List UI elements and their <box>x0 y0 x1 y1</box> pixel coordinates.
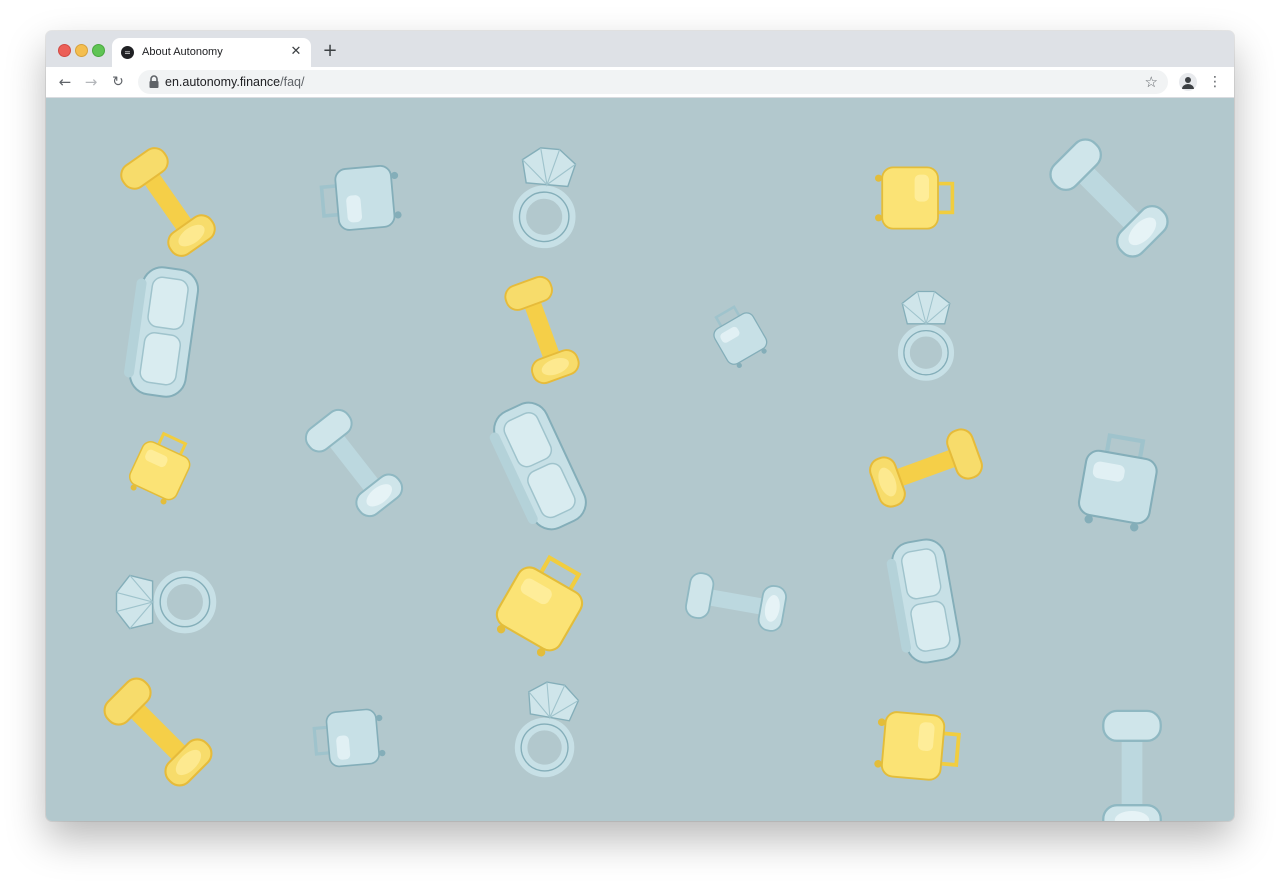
blue-ring-icon <box>117 575 210 628</box>
forward-arrow-icon[interactable]: → <box>80 71 102 93</box>
blue-suitcase-icon <box>318 162 405 234</box>
blue-dumbbell-icon <box>683 570 789 634</box>
blue-dumbbell-icon <box>1102 709 1162 821</box>
browser-toolbar: ← → ↻ en.autonomy.finance/faq/ ☆ ⋮ <box>46 67 1234 98</box>
yellow-dumbbell-icon <box>115 142 221 262</box>
blue-suitcase-icon <box>311 706 388 770</box>
tab-close-icon[interactable]: ✕ <box>287 43 305 61</box>
tab-strip: = About Autonomy ✕ + <box>46 31 1234 67</box>
blue-ring-icon <box>516 679 581 775</box>
blue-dumbbell-icon <box>300 404 408 522</box>
url-host: en.autonomy.finance <box>165 75 281 89</box>
new-tab-button[interactable]: + <box>320 41 340 61</box>
profile-avatar-icon[interactable] <box>1179 73 1197 91</box>
close-window-icon[interactable] <box>58 44 71 57</box>
page-content <box>46 98 1234 821</box>
blue-sofa-icon <box>882 535 964 668</box>
blue-dumbbell-icon <box>1043 132 1175 264</box>
autonomy-favicon-icon: = <box>121 46 134 59</box>
tab-about-autonomy[interactable]: = About Autonomy ✕ <box>112 38 311 67</box>
yellow-suitcase-icon <box>871 708 963 784</box>
yellow-dumbbell-icon <box>865 425 987 511</box>
yellow-suitcase-icon <box>488 548 595 662</box>
blue-ring-icon <box>902 292 950 375</box>
url-path: /faq/ <box>280 75 305 89</box>
maximize-window-icon[interactable] <box>92 44 105 57</box>
browser-window: = About Autonomy ✕ + ← → ↻ en.autonomy.f… <box>46 31 1234 821</box>
yellow-suitcase-icon <box>122 426 200 510</box>
minimize-window-icon[interactable] <box>75 44 88 57</box>
url-text: en.autonomy.finance/faq/ <box>165 75 304 89</box>
yellow-dumbbell-icon <box>501 272 583 388</box>
blue-suitcase-icon <box>704 299 774 373</box>
blue-sofa-icon <box>481 395 594 540</box>
blue-ring-icon <box>516 146 577 243</box>
bookmark-star-icon[interactable]: ☆ <box>1145 72 1158 92</box>
floating-objects-canvas <box>98 132 1175 821</box>
lock-icon <box>149 75 159 88</box>
blue-suitcase-icon <box>1076 432 1162 533</box>
yellow-suitcase-icon <box>873 165 955 231</box>
back-arrow-icon[interactable]: ← <box>54 71 76 93</box>
tab-title: About Autonomy <box>142 46 223 58</box>
yellow-dumbbell-icon <box>98 672 218 792</box>
browser-menu-icon[interactable]: ⋮ <box>1206 71 1224 93</box>
address-bar[interactable]: en.autonomy.finance/faq/ ☆ <box>138 70 1168 94</box>
reload-icon[interactable]: ↻ <box>107 71 129 93</box>
blue-sofa-icon <box>120 262 202 401</box>
